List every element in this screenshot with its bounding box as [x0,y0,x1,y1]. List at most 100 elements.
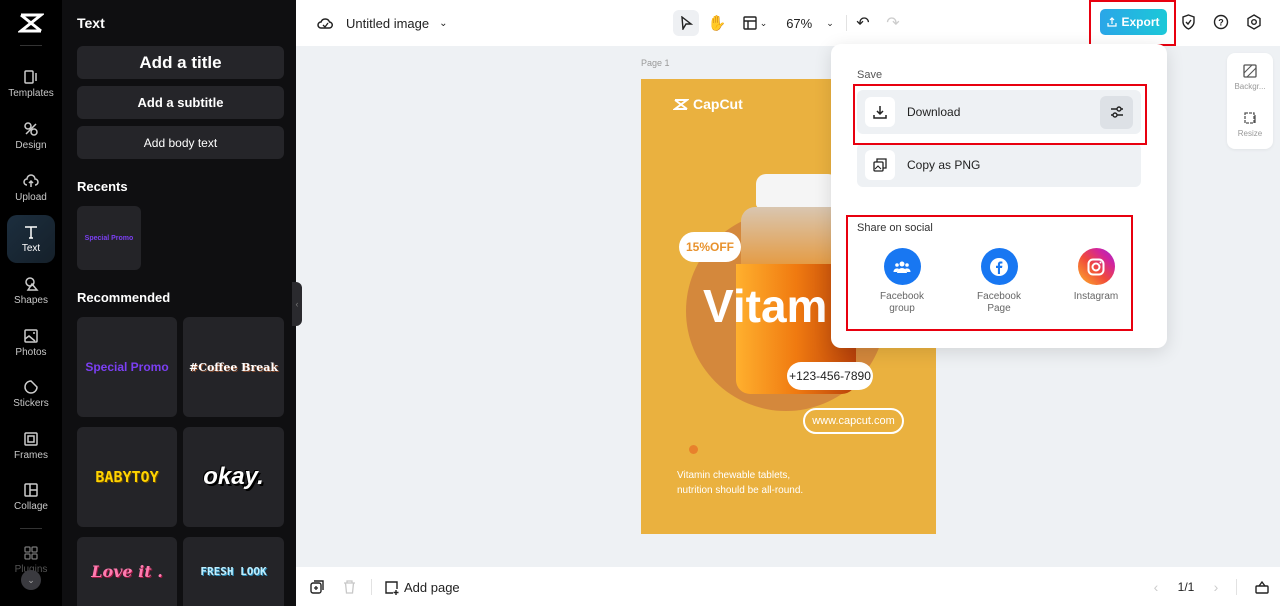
rail-label: Photos [15,347,47,358]
zoom-dropdown[interactable]: 67% ⌄ [784,10,836,36]
rail-item-photos[interactable]: Photos [7,319,55,367]
gear-icon [1247,14,1261,30]
text-icon [25,226,37,239]
text-style-card[interactable]: #Coffee Break [183,317,284,417]
add-title-button[interactable]: Add a title [77,46,284,79]
divider [20,45,42,46]
poster-phone: +123-456-7890 [787,362,873,390]
chevron-right-icon: › [1213,579,1219,595]
divider [1236,579,1237,595]
background-tool[interactable]: Backgr... [1227,64,1273,91]
copy-png-label: Copy as PNG [907,158,981,172]
redo-icon: ↷ [886,15,900,32]
stickers-icon [24,380,38,394]
share-facebook-page[interactable]: Facebook Page [959,248,1039,315]
svg-text:?: ? [1218,18,1224,28]
add-page-icon [385,580,399,595]
chevron-left-icon: ‹ [1153,579,1159,595]
chevron-down-icon: ⌄ [826,17,834,28]
poster-dot [689,445,698,454]
text-panel: Text Add a title Add a subtitle Add body… [62,0,296,606]
export-label: Export [1121,15,1160,29]
rail-label: Templates [8,88,54,99]
rail-label: Text [21,243,41,254]
rail-label: Design [15,140,47,151]
poster-headline: Vitam [703,280,828,332]
jar-lid [756,174,838,208]
page-panel-toggle[interactable] [1252,577,1272,597]
photos-icon [24,329,38,343]
add-body-text-button[interactable]: Add body text [77,126,284,159]
text-style-card[interactable]: FRESH LOOK [183,537,284,606]
select-tool-button[interactable] [673,10,699,36]
download-settings-button[interactable] [1100,95,1133,129]
recommended-heading: Recommended [77,290,171,305]
text-style-card[interactable]: Special Promo [77,317,177,417]
capcut-logo-icon[interactable] [18,12,44,34]
collapse-panel-handle[interactable]: ‹ [292,282,302,326]
plugins-icon [24,546,38,560]
resize-tool[interactable]: Resize [1227,111,1273,138]
settings-button[interactable] [1244,12,1264,32]
download-option[interactable]: Download [857,90,1141,134]
layout-icon [743,16,757,30]
recents-heading: Recents [77,179,128,194]
doc-title: Untitled image [346,15,430,31]
side-tools: Backgr... Resize [1227,53,1273,149]
rail-item-shapes[interactable]: Shapes [7,267,55,315]
design-icon [24,122,38,136]
layout-dropdown[interactable]: ⌄ [738,10,772,36]
text-style-card[interactable]: BABYTOY [77,427,177,527]
collage-icon [24,483,38,497]
add-page-button[interactable]: Add page [384,577,460,597]
background-icon [1243,64,1257,78]
export-button[interactable]: Export [1100,9,1167,35]
chevron-down-icon: ⌄ [439,17,448,29]
duplicate-page-button[interactable] [308,578,326,596]
panel-title: Text [77,15,105,31]
rail-label: Shapes [14,295,48,306]
share-instagram[interactable]: Instagram [1056,248,1136,303]
help-icon: ? [1213,14,1229,30]
text-style-card[interactable]: Love it . [77,537,177,606]
redo-button[interactable]: ↷ [882,10,904,36]
recent-text-card[interactable]: Special Promo [77,206,141,270]
undo-icon: ↶ [856,15,870,32]
chevron-down-icon: ⌄ [27,574,35,585]
doc-title-dropdown[interactable]: Untitled image ⌄ [346,14,448,32]
cloud-sync-icon[interactable] [316,14,334,32]
instagram-icon [1077,248,1115,285]
rail-item-stickers[interactable]: Stickers [7,370,55,418]
security-button[interactable] [1178,12,1198,32]
share-facebook-group[interactable]: Facebook group [862,248,942,315]
rail-item-text[interactable]: Text [7,215,55,263]
prev-page-button[interactable]: ‹ [1148,577,1164,597]
frames-icon [24,432,38,446]
rail-label: Frames [14,450,48,461]
rail-item-design[interactable]: Design [7,112,55,160]
undo-button[interactable]: ↶ [852,10,874,36]
resize-icon [1244,112,1256,124]
rail-item-collage[interactable]: Collage [7,473,55,521]
rail-item-templates[interactable]: Templates [7,60,55,108]
divider [846,15,847,31]
capcut-logo-icon [673,98,689,110]
hand-tool-button[interactable]: ✋ [704,10,730,36]
add-subtitle-button[interactable]: Add a subtitle [77,86,284,119]
panel-toggle-icon [1255,580,1269,594]
delete-page-button[interactable] [340,578,358,596]
shapes-icon [25,277,39,291]
next-page-button[interactable]: › [1208,577,1224,597]
bottom-bar: Add page ‹ 1/1 › [296,567,1280,606]
rail-label: Collage [14,501,48,512]
hand-icon: ✋ [707,15,727,32]
chevron-down-icon: ⌄ [759,17,768,28]
text-style-card[interactable]: okay. [183,427,284,527]
more-tools-button[interactable]: ⌄ [21,570,41,590]
divider [371,579,372,595]
help-button[interactable]: ? [1211,12,1231,32]
rail-item-frames[interactable]: Frames [7,422,55,470]
copy-as-png-option[interactable]: Copy as PNG [857,143,1141,187]
rail-item-upload[interactable]: Upload [7,164,55,212]
duplicate-icon [310,580,324,594]
